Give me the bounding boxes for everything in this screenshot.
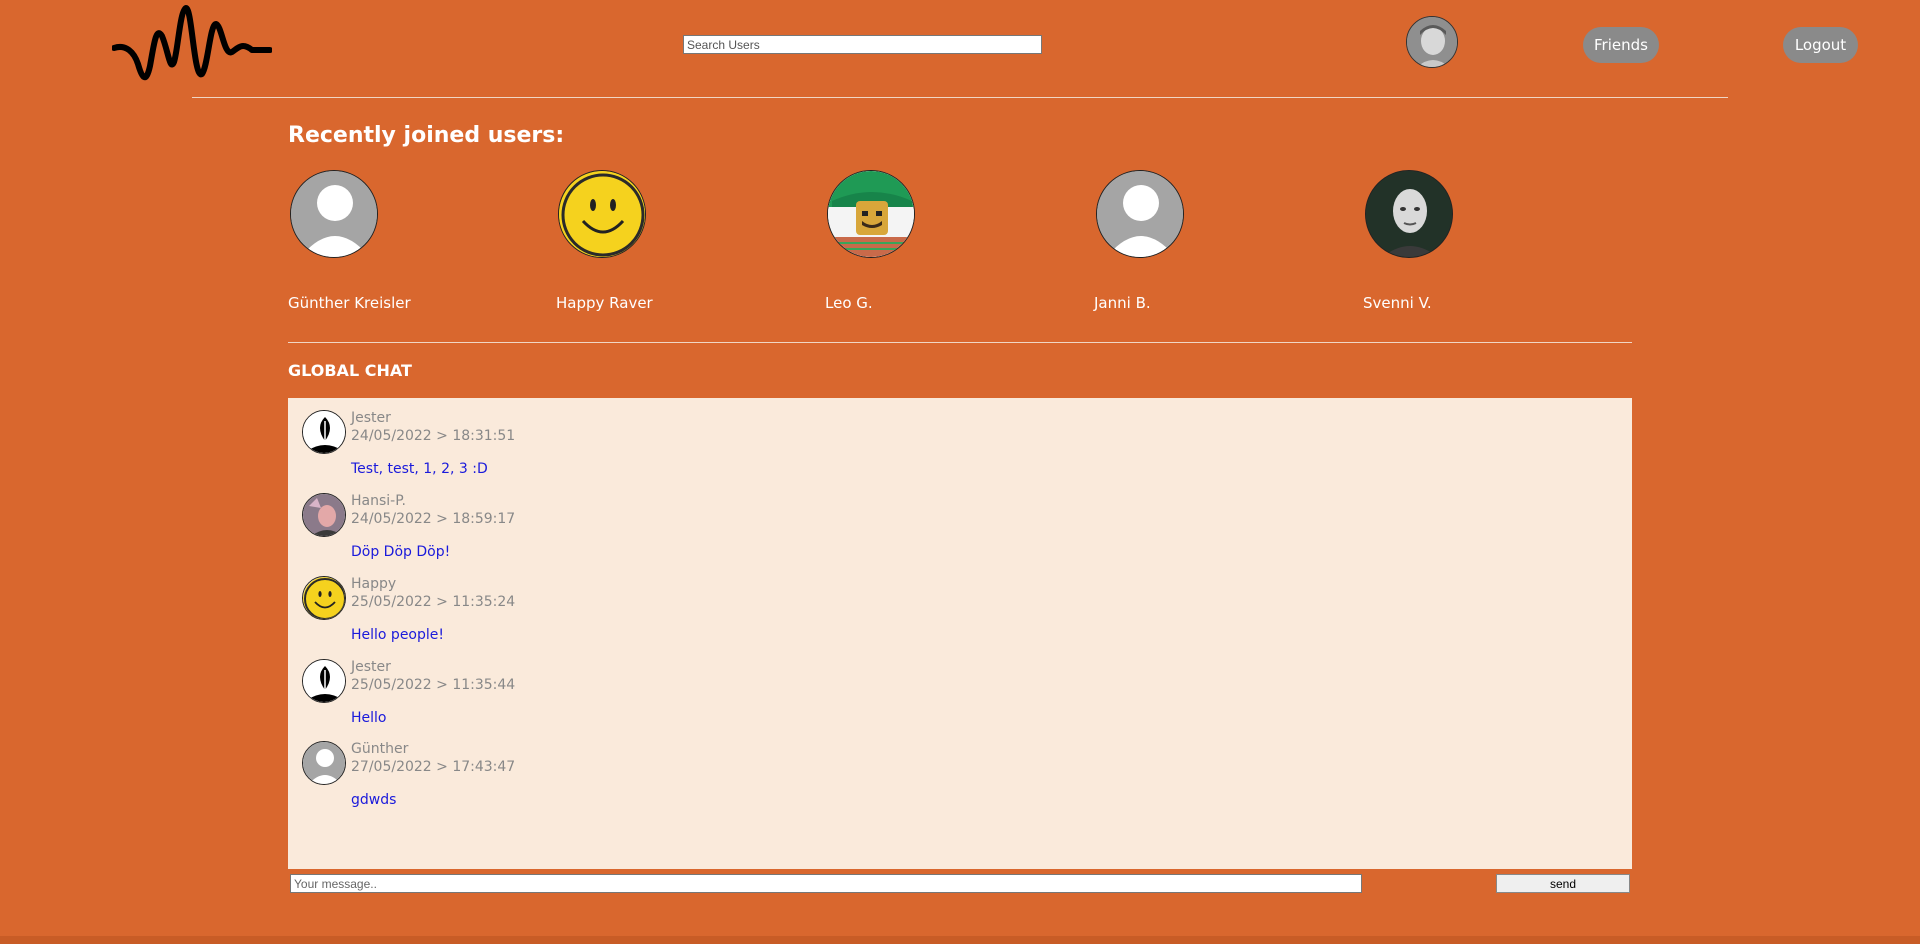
message-text: Hello <box>351 710 387 726</box>
chat-message: Günther 27/05/2022 > 17:43:47 gdwds <box>302 729 1002 809</box>
recent-user-card[interactable]: Leo G. <box>825 170 1045 320</box>
recent-user-card[interactable]: Happy Raver <box>556 170 776 320</box>
message-author: Jester <box>351 659 391 675</box>
section-divider <box>288 342 1632 343</box>
global-chat-title: GLOBAL CHAT <box>288 361 412 380</box>
chat-message: Happy 25/05/2022 > 11:35:24 Hello people… <box>302 564 1002 644</box>
user-photo-icon <box>1407 17 1457 67</box>
message-author: Günther <box>351 741 409 757</box>
logout-button[interactable]: Logout <box>1783 27 1858 63</box>
message-text: Hello people! <box>351 627 445 643</box>
chat-message: Jester 24/05/2022 > 18:31:51 Test, test,… <box>302 398 1002 478</box>
message-text: Test, test, 1, 2, 3 :D <box>351 461 488 477</box>
chat-message: Jester 25/05/2022 > 11:35:44 Hello <box>302 647 1002 727</box>
message-timestamp: 27/05/2022 > 17:43:47 <box>351 759 516 775</box>
bottom-edge <box>0 936 1920 944</box>
search-input[interactable] <box>683 35 1042 54</box>
jester-avatar-icon <box>302 410 346 454</box>
default-avatar-icon <box>302 741 346 785</box>
recent-users-title: Recently joined users: <box>288 123 565 148</box>
recent-users-list: Günther Kreisler Happy Raver Leo G. Jann… <box>288 170 1632 320</box>
friends-button[interactable]: Friends <box>1583 27 1659 63</box>
default-avatar-icon <box>290 170 378 258</box>
header-divider <box>192 97 1728 98</box>
profile-avatar[interactable] <box>1406 16 1458 68</box>
recent-user-name: Leo G. <box>825 294 873 312</box>
message-author: Happy <box>351 576 397 592</box>
soundwave-logo[interactable] <box>112 4 272 88</box>
photo-avatar-icon <box>302 493 346 537</box>
send-button[interactable]: send <box>1496 874 1630 893</box>
recent-user-card[interactable]: Janni B. <box>1094 170 1314 320</box>
message-timestamp: 24/05/2022 > 18:59:17 <box>351 511 516 527</box>
recent-user-name: Janni B. <box>1094 294 1151 312</box>
recent-user-name: Svenni V. <box>1363 294 1432 312</box>
recent-user-name: Happy Raver <box>556 294 653 312</box>
photo-avatar-icon <box>1365 170 1453 258</box>
chat-message: Hansi-P. 24/05/2022 > 18:59:17 Döp Döp D… <box>302 481 1002 561</box>
message-input[interactable] <box>290 874 1362 893</box>
default-avatar-icon <box>1096 170 1184 258</box>
message-timestamp: 25/05/2022 > 11:35:44 <box>351 677 516 693</box>
header: Friends Logout <box>0 0 1920 100</box>
jester-avatar-icon <box>302 659 346 703</box>
message-author: Hansi-P. <box>351 493 406 509</box>
recent-user-name: Günther Kreisler <box>288 294 411 312</box>
message-timestamp: 24/05/2022 > 18:31:51 <box>351 428 516 444</box>
chat-messages[interactable]: Jester 24/05/2022 > 18:31:51 Test, test,… <box>288 398 1632 869</box>
message-text: Döp Döp Döp! <box>351 544 451 560</box>
recent-user-card[interactable]: Günther Kreisler <box>288 170 508 320</box>
lego-avatar-icon <box>827 170 915 258</box>
message-timestamp: 25/05/2022 > 11:35:24 <box>351 594 516 610</box>
recent-user-card[interactable]: Svenni V. <box>1363 170 1583 320</box>
message-author: Jester <box>351 410 391 426</box>
smiley-avatar-icon <box>558 170 646 258</box>
smiley-avatar-icon <box>302 576 346 620</box>
message-text: gdwds <box>351 792 397 808</box>
